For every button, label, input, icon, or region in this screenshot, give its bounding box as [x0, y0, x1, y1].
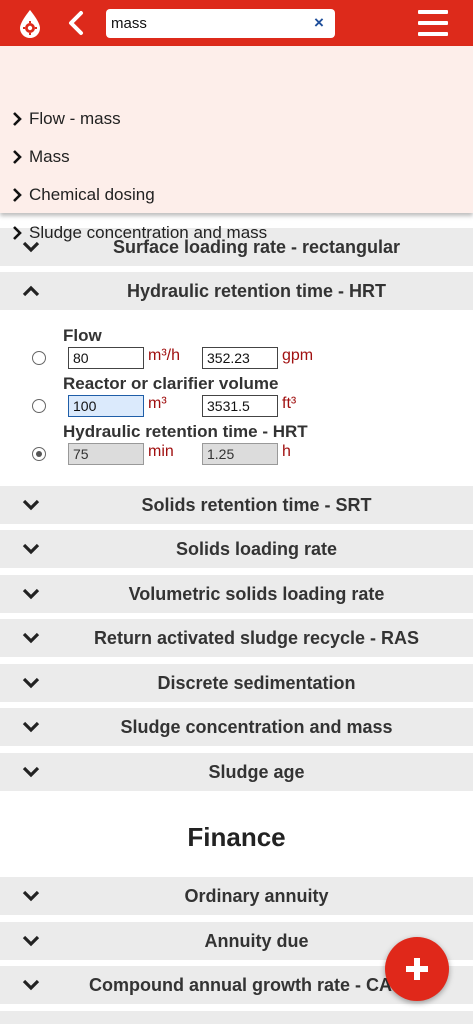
finance-heading: Finance	[187, 822, 286, 852]
flow-metric-unit: m³/h	[148, 347, 180, 364]
section-header-partial[interactable]	[0, 1011, 473, 1024]
suggestion-item[interactable]: Sludge concentration and mass	[12, 220, 267, 246]
suggestion-label: Sludge concentration and mass	[29, 223, 268, 242]
volume-label: Reactor or clarifier volume	[63, 374, 279, 393]
flow-radio[interactable]	[32, 351, 46, 365]
search-input[interactable]	[111, 13, 306, 34]
section-header[interactable]: Solids loading rate	[0, 530, 473, 568]
chevron-right-icon	[13, 150, 22, 164]
hrt-metric-unit: min	[148, 443, 174, 460]
hamburger-menu-icon[interactable]	[418, 10, 448, 36]
volume-metric-field[interactable]: 100	[68, 395, 144, 417]
hrt-label: Hydraulic retention time - HRT	[63, 422, 308, 441]
section-header[interactable]: Sludge concentration and mass	[0, 708, 473, 746]
chevron-down-icon	[22, 677, 40, 689]
section-title: Hydraulic retention time - HRT	[126, 281, 387, 301]
flow-imperial-unit: gpm	[282, 347, 314, 364]
volume-imperial-field[interactable]: 3531.5	[202, 395, 278, 417]
section-title: Sludge concentration and mass	[120, 717, 393, 737]
section-header[interactable]: Ordinary annuity	[0, 877, 473, 915]
section-header[interactable]: Return activated sludge recycle - RAS	[0, 619, 473, 657]
section-title: Return activated sludge recycle - RAS	[93, 628, 420, 648]
chevron-down-icon	[22, 935, 40, 947]
hrt-imperial-field: 1.25	[202, 443, 278, 465]
suggestion-label: Chemical dosing	[29, 185, 155, 204]
hrt-calculator: Flow 80 m³/h 352.23 gpm Reactor or clari…	[0, 314, 473, 484]
section-title: Volumetric solids loading rate	[128, 584, 385, 604]
chevron-right-icon	[13, 112, 22, 126]
chevron-down-icon	[22, 890, 40, 902]
section-header[interactable]: Volumetric solids loading rate	[0, 575, 473, 613]
app-logo-icon[interactable]	[15, 9, 45, 39]
section-title: Ordinary annuity	[184, 886, 329, 906]
back-arrow-icon[interactable]	[64, 9, 88, 37]
top-app-bar: ×	[0, 0, 473, 46]
chevron-down-icon	[22, 588, 40, 600]
section-title: Discrete sedimentation	[157, 673, 356, 693]
hrt-radio[interactable]	[32, 447, 46, 461]
chevron-down-icon	[22, 632, 40, 644]
suggestion-item[interactable]: Chemical dosing	[12, 182, 155, 208]
flow-imperial-field[interactable]: 352.23	[202, 347, 278, 369]
section-title: Sludge age	[208, 762, 305, 782]
suggestion-label: Flow - mass	[29, 109, 121, 128]
chevron-down-icon	[22, 979, 40, 991]
search-suggestions: Flow - mass Mass Chemical dosing Sludge …	[0, 46, 473, 242]
section-header-expanded[interactable]: Hydraulic retention time - HRT	[0, 272, 473, 310]
chevron-right-icon	[13, 226, 22, 240]
volume-imperial-unit: ft³	[282, 395, 297, 412]
chevron-down-icon	[22, 543, 40, 555]
flow-metric-field[interactable]: 80	[68, 347, 144, 369]
chevron-down-icon	[22, 499, 40, 511]
volume-metric-unit: m³	[148, 395, 167, 412]
chevron-down-icon	[22, 766, 40, 778]
hrt-metric-field: 75	[68, 443, 144, 465]
search-box: ×	[106, 9, 335, 38]
chevron-up-icon	[22, 285, 40, 297]
suggestion-label: Mass	[29, 147, 70, 166]
hrt-imperial-unit: h	[282, 443, 291, 460]
suggestion-item[interactable]: Flow - mass	[12, 106, 121, 132]
section-title: Solids loading rate	[175, 539, 338, 559]
chevron-right-icon	[13, 188, 22, 202]
section-header[interactable]: Solids retention time - SRT	[0, 486, 473, 524]
add-button[interactable]	[385, 937, 449, 1001]
clear-icon[interactable]: ×	[311, 14, 327, 32]
volume-radio[interactable]	[32, 399, 46, 413]
section-header[interactable]: Discrete sedimentation	[0, 664, 473, 702]
flow-label: Flow	[63, 326, 102, 345]
chevron-down-icon	[22, 721, 40, 733]
section-title: Solids retention time - SRT	[141, 495, 372, 515]
section-header[interactable]: Sludge age	[0, 753, 473, 791]
suggestion-item[interactable]: Mass	[12, 144, 70, 170]
plus-icon	[406, 958, 428, 980]
